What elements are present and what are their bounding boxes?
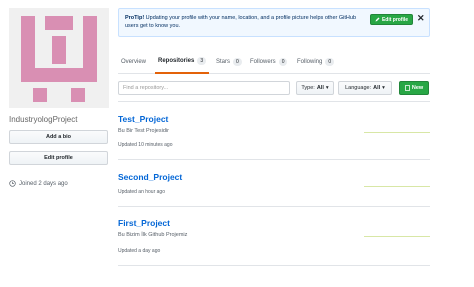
tab-overview[interactable]: Overview (118, 50, 149, 74)
clock-icon (9, 180, 16, 187)
activity-graph (364, 186, 430, 187)
divider (118, 101, 430, 102)
close-icon[interactable]: ✕ (417, 14, 425, 23)
repo-list-item: Second_Project Updated an hour ago (118, 172, 430, 207)
protip-edit-profile-button[interactable]: Edit profile (370, 14, 413, 25)
protip-edit-profile-label: Edit profile (381, 16, 409, 23)
repo-updated: Updated a day ago (118, 248, 161, 254)
chevron-down-icon: ▾ (325, 85, 329, 91)
add-bio-button[interactable]: Add a bio (9, 130, 108, 144)
protip-lead: ProTip! (125, 15, 145, 21)
repo-search-input[interactable]: Find a repository... (118, 81, 290, 95)
avatar[interactable] (9, 8, 109, 108)
pencil-icon (375, 17, 380, 22)
repo-list-item: First_Project Bu Bizim İlk Github Projem… (118, 218, 430, 266)
identicon-block (45, 16, 73, 30)
repo-updated: Updated 10 minutes ago (118, 142, 173, 148)
username: IndustryologProject (9, 115, 78, 124)
repo-list-item: Test_Project Bu Bir Test Projesidir Upda… (118, 114, 430, 160)
identicon-block (71, 88, 85, 102)
protip-text: ProTip! Updating your profile with your … (125, 14, 361, 30)
type-filter-dropdown[interactable]: Type: All ▾ (296, 81, 334, 95)
repo-description: Bu Bir Test Projesidir (118, 128, 169, 134)
protip-banner: ProTip! Updating your profile with your … (118, 8, 430, 37)
tab-label: Followers (250, 59, 276, 65)
identicon-block (33, 88, 47, 102)
tab-label: Overview (121, 59, 147, 65)
activity-graph (364, 132, 430, 133)
type-filter-value: All (316, 85, 324, 91)
language-filter-dropdown[interactable]: Language: All ▾ (338, 81, 392, 95)
joined-text: Joined 2 days ago (19, 180, 68, 187)
tab-counter: 0 (278, 58, 288, 66)
type-filter-label: Type: (301, 85, 315, 91)
repo-name-link[interactable]: Second_Project (118, 172, 182, 182)
identicon-block (21, 68, 97, 82)
repo-name-link[interactable]: Test_Project (118, 114, 168, 124)
new-repo-button[interactable]: New (399, 81, 429, 95)
tab-counter: 3 (197, 57, 207, 65)
tab-followers[interactable]: Followers 0 (247, 50, 290, 74)
language-filter-value: All (373, 85, 381, 91)
repo-icon (404, 85, 410, 91)
tab-repositories[interactable]: Repositories 3 (155, 50, 210, 74)
protip-message: Updating your profile with your name, lo… (125, 15, 357, 29)
identicon-block (52, 36, 66, 64)
repo-description: Bu Bizim İlk Github Projemiz (118, 232, 188, 238)
activity-graph (364, 236, 430, 237)
repo-updated: Updated an hour ago (118, 189, 165, 195)
tab-counter: 0 (325, 58, 335, 66)
tab-label: Stars (216, 59, 231, 65)
profile-tabs: Overview Repositories 3 Stars 0 Follower… (118, 50, 430, 74)
tab-label: Repositories (158, 58, 195, 64)
tab-label: Following (297, 59, 323, 65)
new-repo-label: New (411, 85, 424, 91)
tab-counter: 0 (233, 58, 242, 66)
tab-following[interactable]: Following 0 (294, 50, 337, 74)
edit-profile-button[interactable]: Edit profile (9, 151, 108, 165)
chevron-down-icon: ▾ (382, 85, 385, 91)
repo-name-link[interactable]: First_Project (118, 218, 170, 228)
tab-stars[interactable]: Stars 0 (213, 50, 245, 74)
joined-info: Joined 2 days ago (9, 180, 68, 187)
language-filter-label: Language: (345, 85, 372, 91)
